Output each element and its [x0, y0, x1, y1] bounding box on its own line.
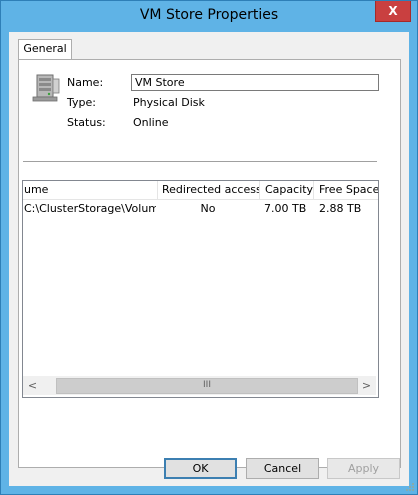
table-row[interactable]: C:\ClusterStorage\Volume1 No 7.00 TB 2.8… [23, 200, 378, 217]
resize-grip-icon[interactable] [405, 482, 415, 492]
column-header-redirected-access[interactable]: Redirected access [157, 181, 260, 199]
horizontal-scrollbar[interactable]: < III > [23, 376, 376, 395]
apply-button[interactable]: Apply [327, 458, 400, 479]
server-icon [32, 74, 60, 102]
title-bar[interactable]: VM Store Properties X [1, 1, 417, 32]
type-value: Physical Disk [133, 96, 205, 109]
cell-capacity: 7.00 TB [264, 202, 307, 215]
tab-page-general: Name: Type: Physical Disk Status: Online… [18, 59, 401, 468]
cancel-button[interactable]: Cancel [246, 458, 319, 479]
dialog-client-area: General Name: Type: Physical Disk Status… [9, 32, 409, 486]
close-button[interactable]: X [375, 1, 411, 22]
dialog-window: VM Store Properties X General Name: Type… [0, 0, 418, 495]
column-header-volume[interactable]: ume [23, 181, 158, 199]
window-title: VM Store Properties [139, 7, 279, 23]
column-header-capacity[interactable]: Capacity [260, 181, 314, 199]
name-field[interactable] [131, 74, 379, 91]
volumes-list[interactable]: ume Redirected access Capacity Free Spac… [22, 180, 379, 398]
close-icon: X [388, 4, 398, 18]
type-label: Type: [67, 96, 96, 109]
cell-free-space: 2.88 TB [319, 202, 362, 215]
ok-button[interactable]: OK [164, 458, 237, 479]
list-header: ume Redirected access Capacity Free Spac… [23, 181, 378, 200]
separator [23, 161, 377, 163]
scroll-thumb[interactable]: III [56, 378, 358, 394]
cell-volume-path: C:\ClusterStorage\Volume1 [24, 202, 156, 215]
tab-general[interactable]: General [18, 39, 72, 60]
name-label: Name: [67, 76, 104, 89]
column-header-free-space[interactable]: Free Space [314, 181, 378, 199]
cell-redirected-access: No [200, 202, 216, 215]
status-label: Status: [67, 116, 106, 129]
scroll-left-arrow[interactable]: < [24, 378, 41, 394]
scroll-right-arrow[interactable]: > [358, 378, 375, 394]
status-value: Online [133, 116, 169, 129]
